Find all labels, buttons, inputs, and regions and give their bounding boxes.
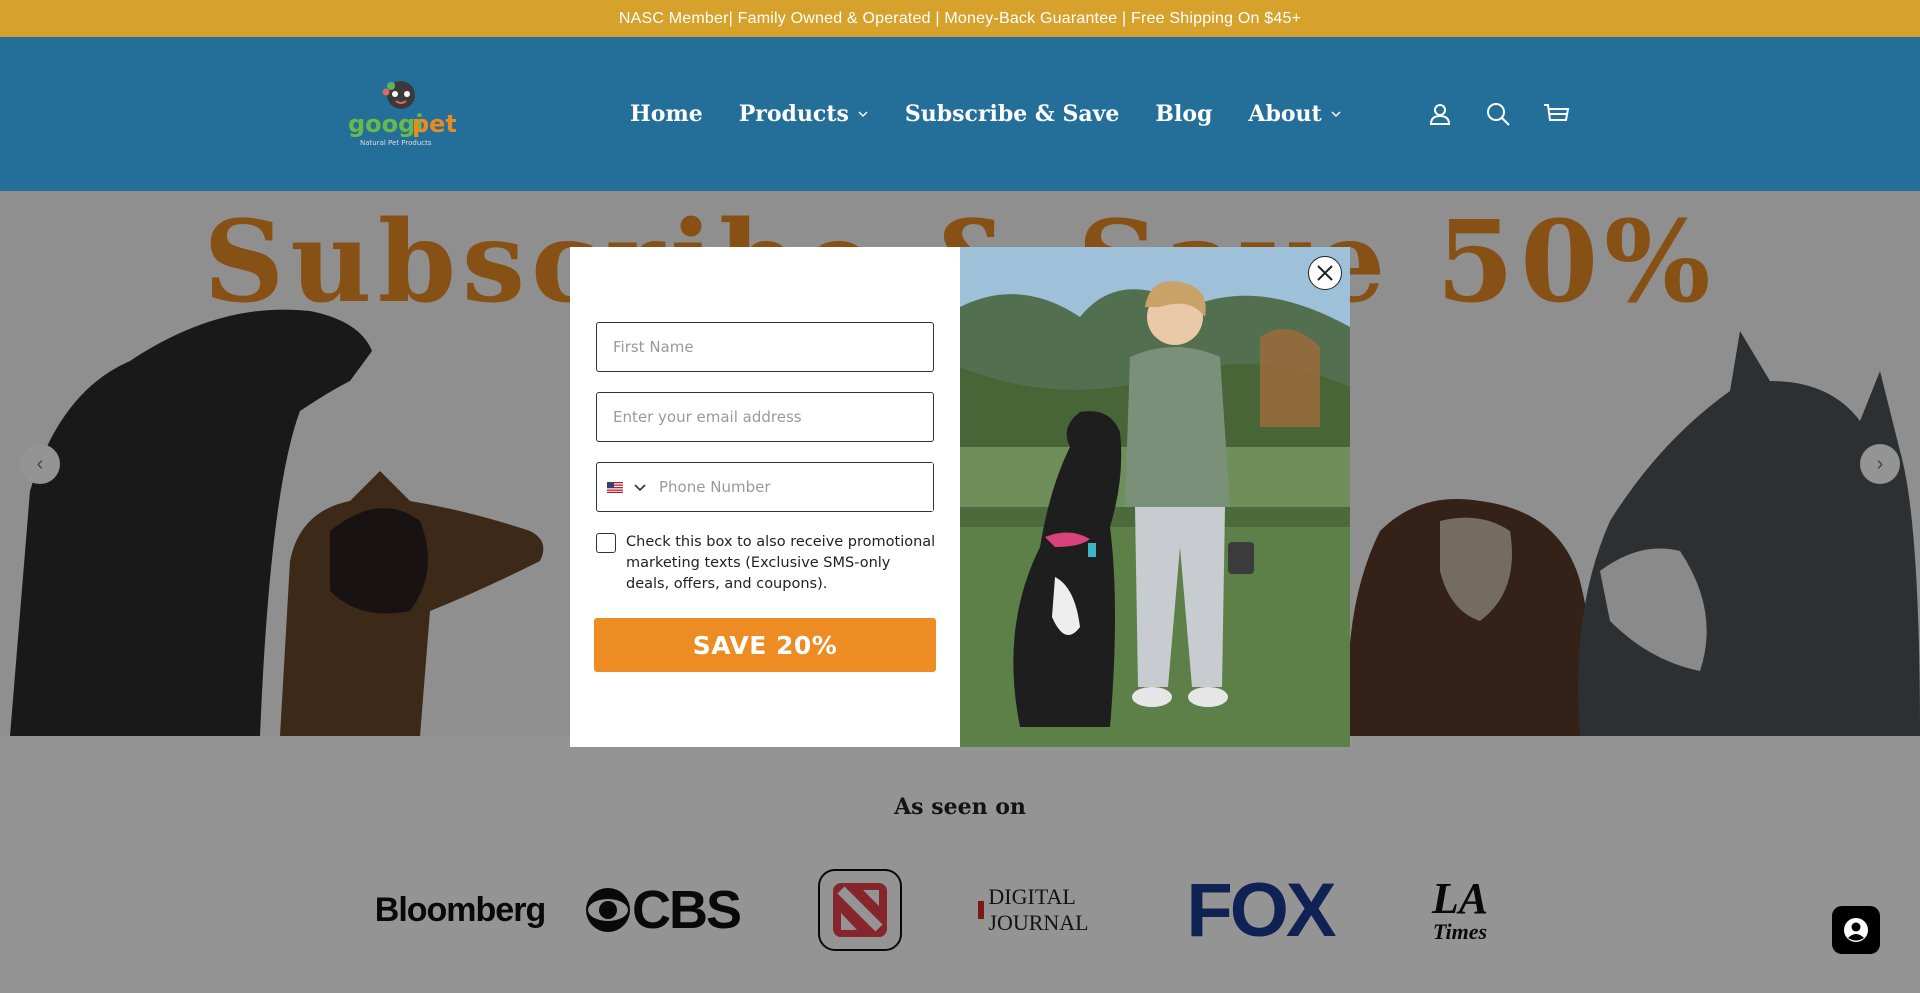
nav-blog-label: Blog: [1155, 101, 1213, 127]
phone-field: [596, 462, 934, 512]
close-icon: [1317, 265, 1333, 281]
popup-photo: [960, 247, 1350, 747]
nav-home[interactable]: Home: [630, 101, 703, 127]
nav-subscribe[interactable]: Subscribe & Save: [905, 101, 1119, 127]
save-20-button[interactable]: SAVE 20%: [594, 618, 936, 672]
signup-popup: Check this box to also receive promotion…: [570, 247, 1350, 747]
svg-text:Natural Pet Products: Natural Pet Products: [360, 139, 432, 147]
main-nav: Home Products Subscribe & Save Blog Abou…: [630, 37, 1342, 191]
sms-consent-label: Check this box to also receive promotion…: [626, 534, 936, 592]
user-circle-icon: [1844, 918, 1868, 942]
close-popup-button[interactable]: [1308, 256, 1342, 290]
nav-products-label: Products: [738, 101, 849, 127]
nav-home-label: Home: [630, 101, 703, 127]
site-header: googi pet Natural Pet Products Home Prod…: [0, 37, 1920, 191]
first-name-input[interactable]: [596, 322, 934, 372]
nav-about-label: About: [1248, 101, 1322, 127]
country-code-select[interactable]: [597, 463, 657, 511]
signup-form: Check this box to also receive promotion…: [570, 247, 960, 747]
chevron-down-icon: [858, 111, 868, 118]
nav-products[interactable]: Products: [739, 101, 869, 127]
chat-widget-button[interactable]: [1832, 906, 1880, 954]
sms-consent: Check this box to also receive promotion…: [596, 532, 936, 595]
girl-and-dog-image: [960, 247, 1350, 747]
googipet-logo[interactable]: googi pet Natural Pet Products: [346, 77, 456, 149]
phone-input[interactable]: [657, 463, 933, 511]
chevron-down-icon: [634, 484, 646, 492]
announcement-bar: NASC Member| Family Owned & Operated | M…: [0, 0, 1920, 37]
email-input[interactable]: [596, 392, 934, 442]
account-icon[interactable]: [1426, 100, 1454, 128]
chevron-down-icon: [1331, 111, 1341, 118]
nav-subscribe-label: Subscribe & Save: [904, 101, 1120, 127]
cart-icon[interactable]: [1542, 100, 1570, 128]
us-flag-icon: [607, 481, 623, 493]
svg-text:pet: pet: [412, 110, 456, 138]
header-icons: [1426, 37, 1570, 191]
search-icon[interactable]: [1484, 100, 1512, 128]
sms-consent-checkbox[interactable]: [596, 533, 616, 553]
nav-about[interactable]: About: [1248, 101, 1341, 127]
nav-blog[interactable]: Blog: [1155, 101, 1212, 127]
